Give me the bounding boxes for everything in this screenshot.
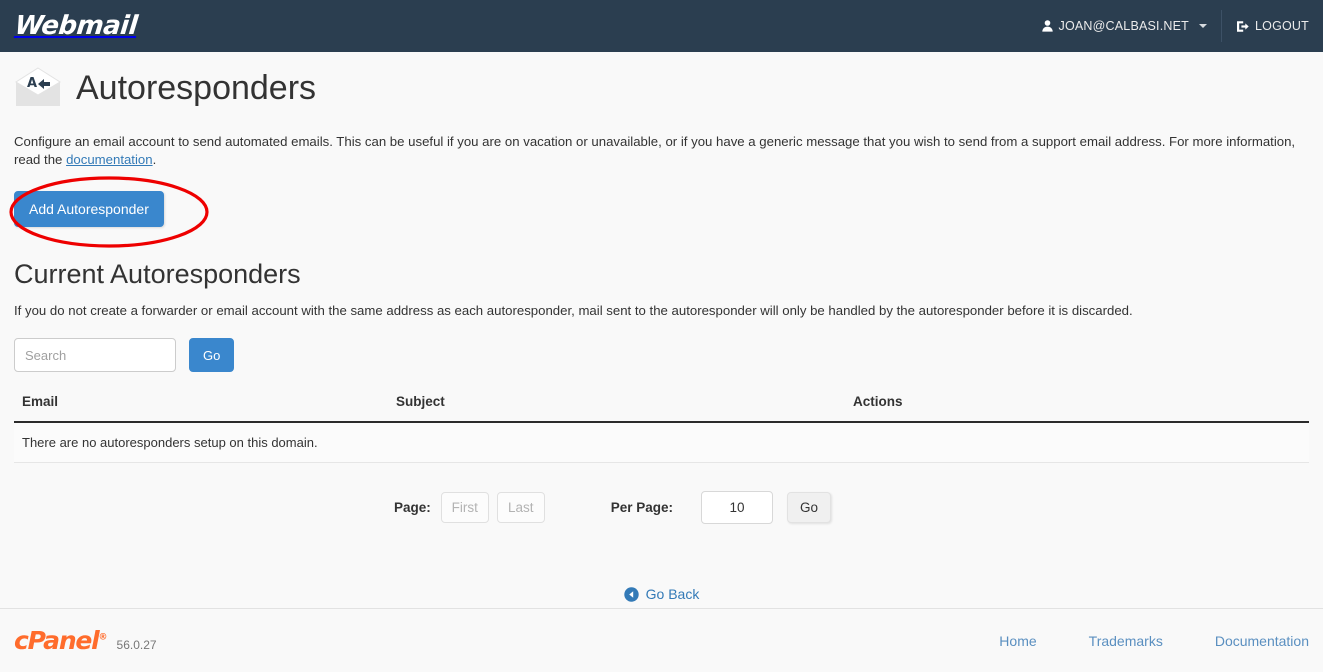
page-label: Page:	[394, 500, 431, 516]
table-header-row: Email Subject Actions	[14, 394, 1309, 424]
table-body: There are no autoresponders setup on thi…	[14, 422, 1309, 464]
search-row: Go	[14, 338, 1323, 373]
footer-link-trademarks[interactable]: Trademarks	[1089, 633, 1163, 649]
user-icon	[1041, 20, 1053, 32]
per-page-go-button[interactable]: Go	[787, 492, 832, 524]
logout-label: LOGOUT	[1255, 19, 1309, 33]
search-go-button[interactable]: Go	[189, 338, 235, 373]
section-note: If you do not create a forwarder or emai…	[14, 303, 1133, 319]
page-first-button[interactable]: First	[440, 492, 489, 524]
pagination-controls: Page: First Last Per Page: Go	[0, 491, 1323, 525]
search-input[interactable]	[14, 338, 176, 373]
page-footer: cPanel® 56.0.27 Home Trademarks Document…	[0, 608, 1323, 672]
footer-link-home[interactable]: Home	[999, 633, 1036, 649]
cpanel-logo: cPanel®	[14, 626, 108, 655]
navbar-right-group: JOAN@CALBASI.NET LOGOUT	[1028, 0, 1323, 52]
add-autoresponder-row: Add Autoresponder	[9, 176, 1323, 248]
registered-trademark-mark: ®	[98, 632, 108, 643]
sign-out-icon	[1236, 20, 1249, 33]
per-page-label: Per Page:	[610, 500, 674, 516]
description-text-1: Configure an email account to send autom…	[14, 134, 1296, 167]
brand-label: Webmail	[13, 11, 139, 41]
column-header-subject: Subject	[388, 394, 845, 424]
webmail-brand-logo[interactable]: Webmail	[0, 0, 139, 52]
arrow-circle-left-icon	[623, 586, 639, 602]
footer-links-group: Home Trademarks Documentation	[947, 633, 1323, 649]
cpanel-logo-text: cPanel	[14, 626, 100, 655]
top-navbar: Webmail JOAN@CALBASI.NET LOGOUT	[0, 0, 1323, 52]
page-content: A Autoresponders Configure an email acco…	[0, 52, 1323, 602]
autoresponders-table: Email Subject Actions There are no autor…	[14, 394, 1309, 464]
description-text-2: .	[152, 152, 157, 167]
page-last-button[interactable]: Last	[496, 492, 545, 524]
table-empty-row: There are no autoresponders setup on thi…	[14, 422, 1309, 464]
column-header-email: Email	[14, 394, 388, 424]
documentation-link[interactable]: documentation	[66, 152, 153, 167]
table-head: Email Subject Actions	[14, 394, 1309, 424]
go-back-link[interactable]: Go Back	[623, 586, 700, 603]
per-page-input[interactable]	[701, 491, 774, 525]
cpanel-version-label: 56.0.27	[116, 638, 157, 652]
footer-link-documentation[interactable]: Documentation	[1215, 633, 1309, 649]
add-autoresponder-button[interactable]: Add Autoresponder	[14, 191, 164, 227]
go-back-label: Go Back	[645, 586, 700, 603]
user-menu-dropdown[interactable]: JOAN@CALBASI.NET	[1028, 0, 1222, 52]
footer-left-group: cPanel® 56.0.27	[0, 626, 157, 655]
empty-state-message: There are no autoresponders setup on thi…	[14, 422, 1309, 464]
page-header: A Autoresponders	[0, 52, 1323, 111]
logout-button[interactable]: LOGOUT	[1222, 0, 1323, 52]
section-title: Current Autoresponders	[14, 259, 301, 289]
user-menu-label: JOAN@CALBASI.NET	[1058, 19, 1190, 33]
autoresponder-envelope-icon: A	[14, 66, 62, 111]
page-title: Autoresponders	[76, 68, 317, 107]
page-description: Configure an email account to send autom…	[14, 133, 1309, 169]
go-back-row: Go Back	[0, 586, 1323, 602]
svg-text:A: A	[27, 76, 37, 91]
chevron-down-icon	[1199, 24, 1208, 28]
column-header-actions: Actions	[845, 394, 1309, 424]
